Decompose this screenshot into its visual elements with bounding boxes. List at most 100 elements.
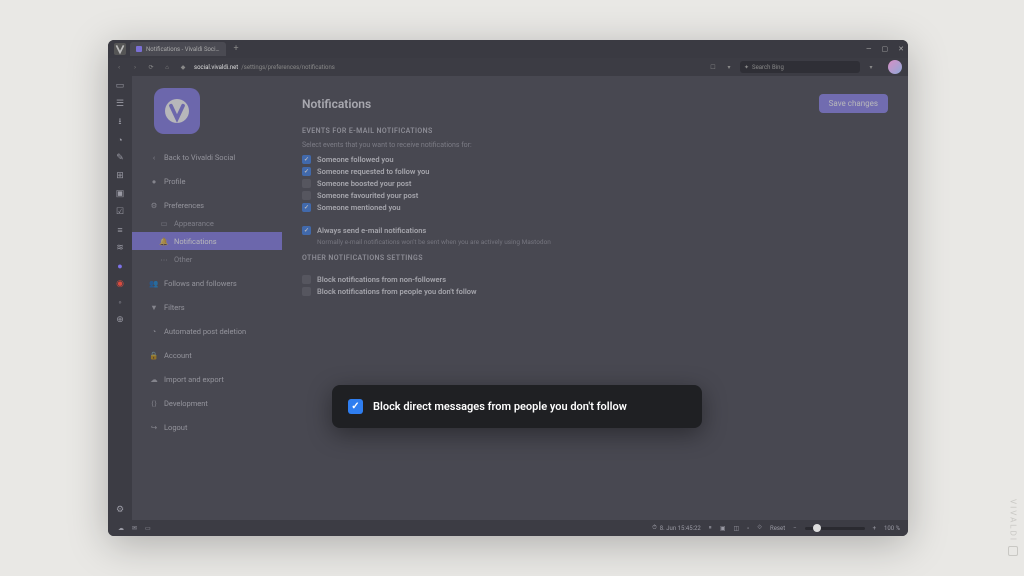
feeds-panel-icon[interactable]: ≡ xyxy=(114,224,126,236)
checkbox-icon xyxy=(302,179,311,188)
sidebar-item-notifications[interactable]: 🔔Notifications xyxy=(132,232,282,250)
translate-panel-icon[interactable]: ⊞ xyxy=(114,170,126,182)
checkbox-label: Block notifications from people you don'… xyxy=(317,287,477,296)
checkbox-row-always-send[interactable]: Always send e-mail notifications xyxy=(302,226,888,235)
sidebar-item-follows[interactable]: 👥Follows and followers xyxy=(132,274,282,292)
checkbox-icon xyxy=(302,191,311,200)
vivaldi-watermark: VIVALDI xyxy=(1008,499,1018,556)
chevron-left-icon: ‹ xyxy=(150,153,158,162)
checkbox-row-block-notfollowing[interactable]: Block notifications from people you don'… xyxy=(302,287,888,296)
checkbox-row-mentioned[interactable]: Someone mentioned you xyxy=(302,203,888,212)
settings-panel-icon[interactable]: ⚙ xyxy=(114,504,126,516)
section-title-other: OTHER NOTIFICATIONS SETTINGS xyxy=(302,254,888,262)
bookmark-icon[interactable]: ☐ xyxy=(708,64,718,71)
sidebar-item-label: Appearance xyxy=(174,219,214,228)
search-glyph-icon: ✦ xyxy=(744,64,749,71)
search-engine-field[interactable]: ✦ Search Bing xyxy=(740,61,860,73)
mastodon-panel-icon[interactable]: ● xyxy=(114,260,126,272)
shield-icon[interactable]: ◆ xyxy=(178,64,188,71)
url-path: /settings/preferences/notifications xyxy=(241,64,335,71)
checkbox-icon xyxy=(302,226,311,235)
checkbox-label: Someone mentioned you xyxy=(317,203,401,212)
qr-icon[interactable]: ▾ xyxy=(724,64,734,71)
settings-sidebar: ‹ Back to Vivaldi Social ●Profile ⚙Prefer… xyxy=(132,76,282,520)
home-button[interactable]: ⌂ xyxy=(162,64,172,71)
search-dropdown-icon[interactable]: ▾ xyxy=(866,64,876,71)
sidebar-item-account[interactable]: 🔒Account xyxy=(132,346,282,364)
reload-button[interactable]: ⟳ xyxy=(146,64,156,71)
sidebar-item-label: Other xyxy=(174,255,192,264)
checkbox-icon xyxy=(302,155,311,164)
checkbox-row-requested[interactable]: Someone requested to follow you xyxy=(302,167,888,176)
reading-list-icon[interactable]: ☰ xyxy=(114,98,126,110)
sidebar-item-profile[interactable]: ●Profile xyxy=(132,172,282,190)
clock-display: ⏱ 8. Jun 15:45:22 xyxy=(652,524,701,532)
highlight-callout: ✓ Block direct messages from people you … xyxy=(332,385,702,428)
sidebar-item-import-export[interactable]: ☁Import and export xyxy=(132,370,282,388)
back-link-label: Back to Vivaldi Social xyxy=(164,153,235,162)
title-bar: Notifications - Vivaldi Soci… + — ▢ ✕ xyxy=(108,40,908,58)
section-desc: Select events that you want to receive n… xyxy=(302,141,888,149)
window-panel-icon[interactable]: ▣ xyxy=(114,188,126,200)
user-icon: ● xyxy=(150,177,158,186)
tiling-icon[interactable]: ◫ xyxy=(733,525,739,532)
profile-avatar[interactable] xyxy=(888,60,902,74)
checkbox-label: Block notifications from non-followers xyxy=(317,275,446,284)
users-icon: 👥 xyxy=(150,279,158,288)
notes-panel-icon[interactable]: ✎ xyxy=(114,152,126,164)
sidebar-item-other[interactable]: ⋯ Other xyxy=(132,250,282,268)
zoom-out-button[interactable]: − xyxy=(793,525,796,532)
sidebar-item-appearance[interactable]: ▭Appearance xyxy=(132,214,282,232)
sync-status-icon[interactable]: ☁ xyxy=(118,525,124,532)
save-button[interactable]: Save changes xyxy=(819,94,888,113)
page-actions-icon[interactable]: ⟐ xyxy=(757,524,762,532)
sidebar-item-autodelete[interactable]: ◔Automated post deletion xyxy=(132,322,282,340)
calendar-status-icon[interactable]: ▭ xyxy=(145,525,151,532)
sidebar-item-development[interactable]: ⟨⟩Development xyxy=(132,394,282,412)
sidebar-item-label: Notifications xyxy=(174,237,217,246)
sidebar-item-preferences[interactable]: ⚙Preferences xyxy=(132,196,282,214)
zoom-reset[interactable]: Reset xyxy=(770,525,785,532)
nav-forward-button[interactable]: › xyxy=(130,64,140,71)
minimize-button[interactable]: — xyxy=(866,45,871,53)
sidebar-item-logout[interactable]: ↪Logout xyxy=(132,418,282,436)
url-field[interactable]: social.vivaldi.net/settings/preferences/… xyxy=(194,64,335,71)
vivaldi-menu-icon[interactable] xyxy=(114,43,126,55)
sidebar-item-label: Account xyxy=(164,351,192,360)
checkbox-row-block-nonfollowers[interactable]: Block notifications from non-followers xyxy=(302,275,888,284)
zoom-slider[interactable] xyxy=(805,527,865,530)
browser-window: Notifications - Vivaldi Soci… + — ▢ ✕ ‹ … xyxy=(108,40,908,536)
section-title-events: EVENTS FOR E-MAIL NOTIFICATIONS xyxy=(302,127,888,135)
bookmarks-panel-icon[interactable]: ▭ xyxy=(114,80,126,92)
back-link[interactable]: ‹ Back to Vivaldi Social xyxy=(132,148,282,166)
app-logo xyxy=(154,88,200,134)
add-panel-icon[interactable]: ⊕ xyxy=(114,314,126,326)
capture-icon[interactable]: ▣ xyxy=(720,525,726,532)
close-button[interactable]: ✕ xyxy=(898,45,904,53)
nav-back-button[interactable]: ‹ xyxy=(114,64,124,71)
callout-checkbox[interactable]: ✓ xyxy=(348,399,363,414)
checkbox-label: Someone followed you xyxy=(317,155,394,164)
logout-icon: ↪ xyxy=(150,423,158,432)
checkbox-row-followed[interactable]: Someone followed you xyxy=(302,155,888,164)
images-toggle-icon[interactable]: ▫ xyxy=(747,525,749,532)
misc-panel-icon[interactable]: ◦ xyxy=(114,296,126,308)
callout-label: Block direct messages from people you do… xyxy=(373,400,627,413)
history-panel-icon[interactable]: ◔ xyxy=(114,134,126,146)
break-mode-icon[interactable]: ⏸ xyxy=(709,524,712,532)
vivaldi-panel-icon[interactable]: ◉ xyxy=(114,278,126,290)
checkbox-row-boosted[interactable]: Someone boosted your post xyxy=(302,179,888,188)
browser-tab[interactable]: Notifications - Vivaldi Soci… xyxy=(130,42,226,56)
downloads-panel-icon[interactable]: ⭳ xyxy=(114,116,126,128)
sidebar-item-filters[interactable]: ▼Filters xyxy=(132,298,282,316)
checkbox-row-favourited[interactable]: Someone favourited your post xyxy=(302,191,888,200)
zoom-in-button[interactable]: + xyxy=(873,525,876,532)
mail-status-icon[interactable]: ✉ xyxy=(132,525,137,532)
sidebar-item-label: Filters xyxy=(164,303,185,312)
dots-icon: ⋯ xyxy=(160,255,168,264)
tasks-panel-icon[interactable]: ☑ xyxy=(114,206,126,218)
mail-panel-icon[interactable]: ≋ xyxy=(114,242,126,254)
new-tab-button[interactable]: + xyxy=(230,44,243,54)
maximize-button[interactable]: ▢ xyxy=(882,45,889,53)
code-icon: ⟨⟩ xyxy=(150,399,158,408)
